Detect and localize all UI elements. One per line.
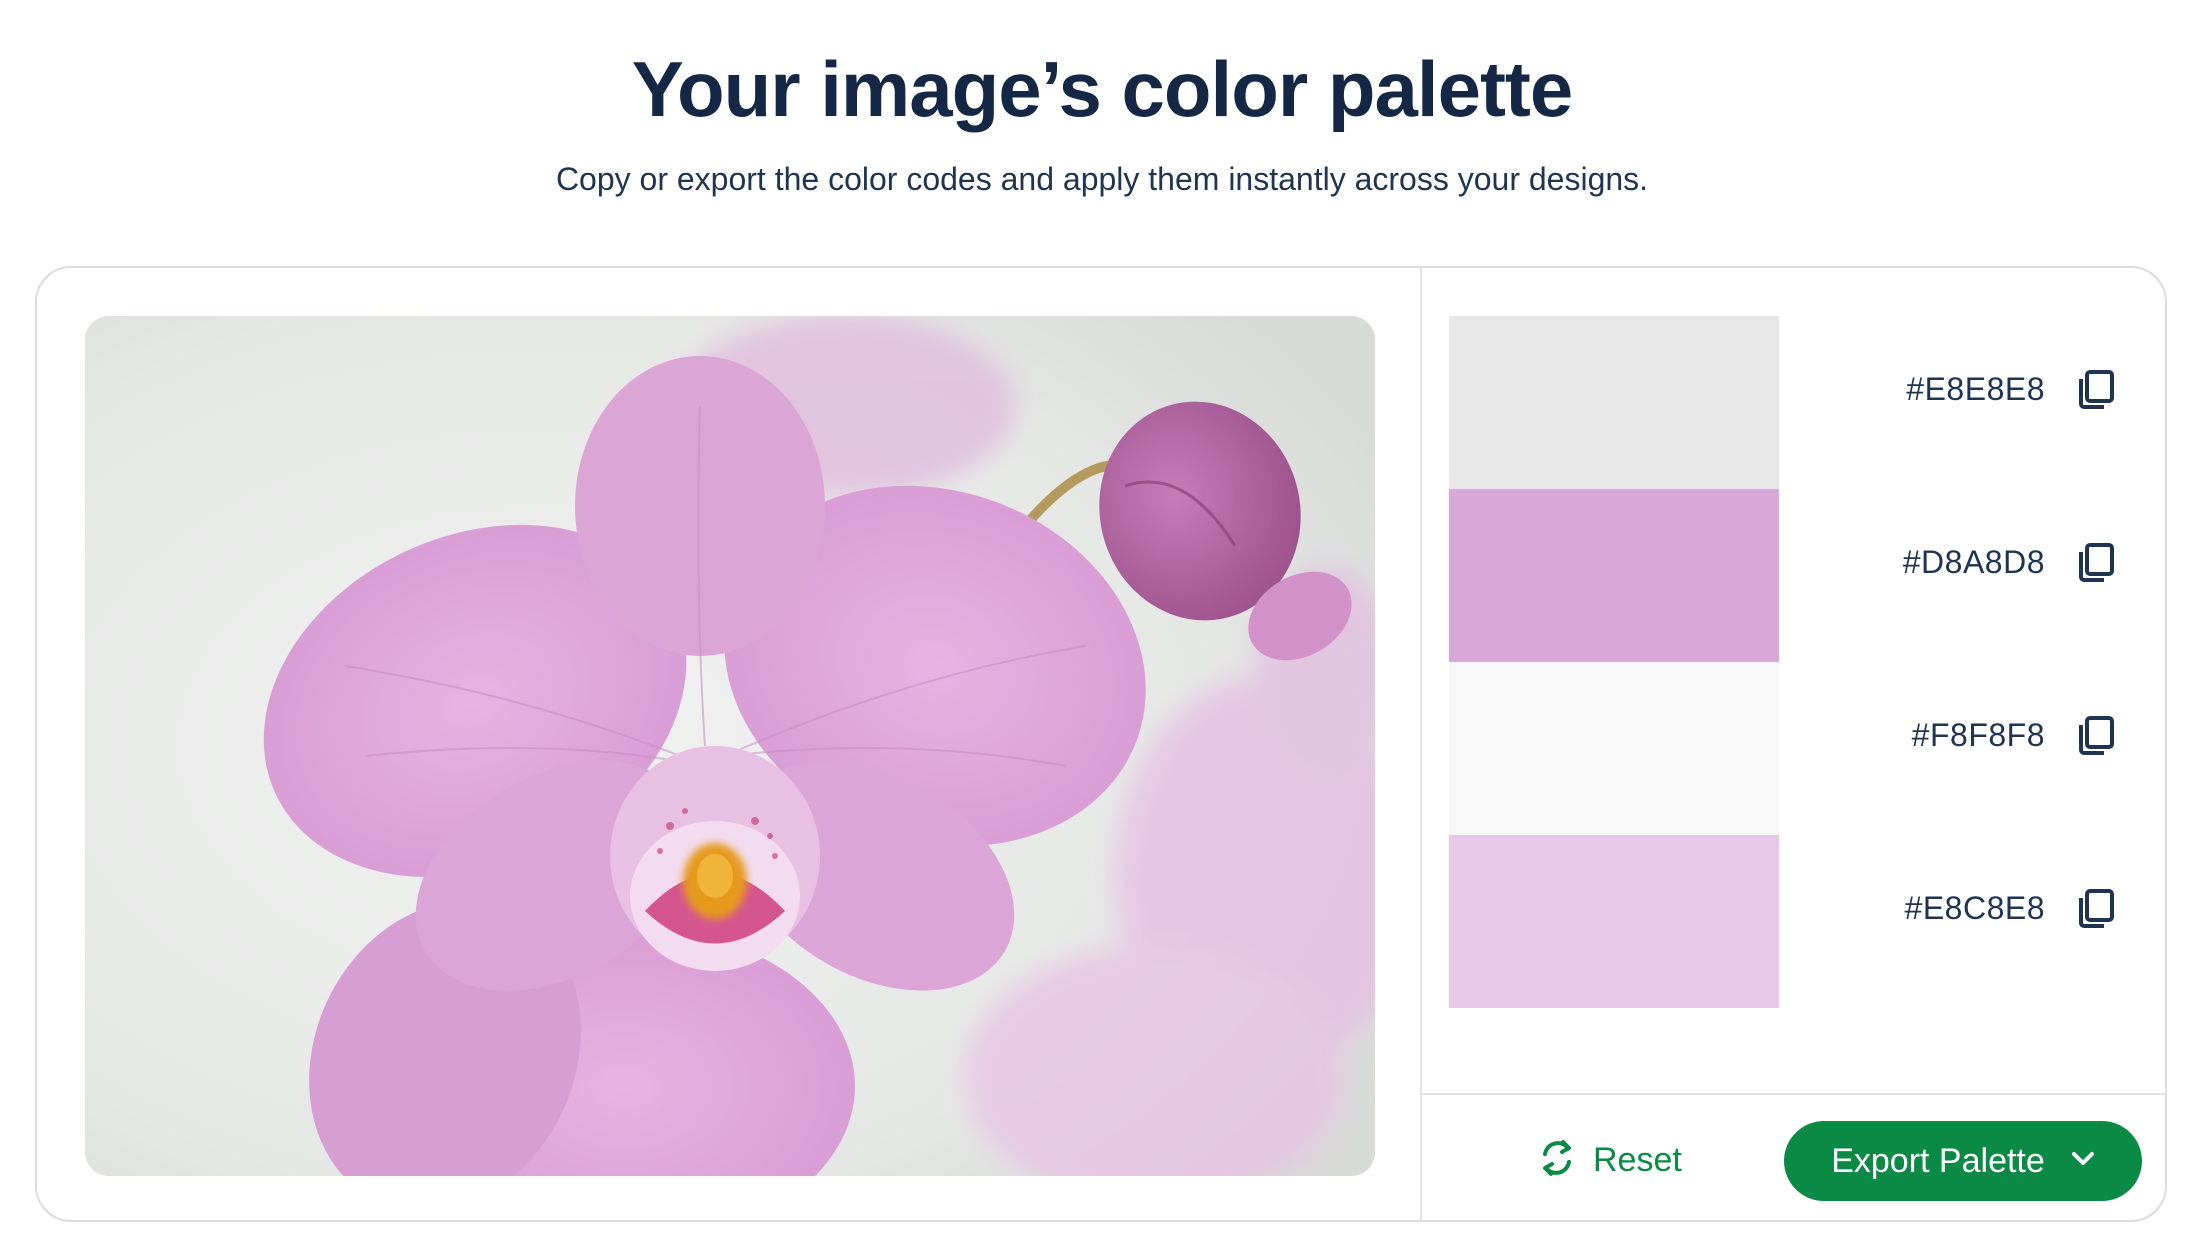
column-divider <box>1420 268 1422 1220</box>
actions-divider <box>1422 1093 2165 1095</box>
color-swatch <box>1449 316 1779 489</box>
color-swatch <box>1449 489 1779 662</box>
copy-icon[interactable] <box>2074 539 2120 585</box>
reset-button[interactable]: Reset <box>1537 1130 1682 1190</box>
hex-code: #E8C8E8 <box>1904 890 2045 926</box>
palette-page: Your image’s color palette Copy or expor… <box>0 0 2204 1250</box>
page-subtitle: Copy or export the color codes and apply… <box>555 161 1649 197</box>
hex-code: #E8E8E8 <box>1906 371 2045 407</box>
export-palette-button[interactable]: Export Palette <box>1784 1121 2142 1201</box>
page-title: Your image’s color palette <box>631 45 1574 133</box>
uploaded-image <box>85 316 1375 1176</box>
refresh-icon <box>1537 1136 1577 1185</box>
copy-icon[interactable] <box>2074 366 2120 412</box>
copy-icon[interactable] <box>2074 712 2120 758</box>
hex-code: #F8F8F8 <box>1911 717 2045 753</box>
palette-card: #E8E8E8 #D8A8D8 #F8F8F8 #E8C8E8 Reset Ex… <box>35 266 2167 1222</box>
chevron-down-icon <box>2071 1151 2095 1172</box>
export-label: Export Palette <box>1831 1141 2045 1180</box>
orchid-photo <box>85 316 1375 1176</box>
hex-code: #D8A8D8 <box>1902 544 2045 580</box>
color-swatch <box>1449 835 1779 1008</box>
color-swatch <box>1449 662 1779 835</box>
copy-icon[interactable] <box>2074 885 2120 931</box>
reset-label: Reset <box>1593 1140 1682 1179</box>
